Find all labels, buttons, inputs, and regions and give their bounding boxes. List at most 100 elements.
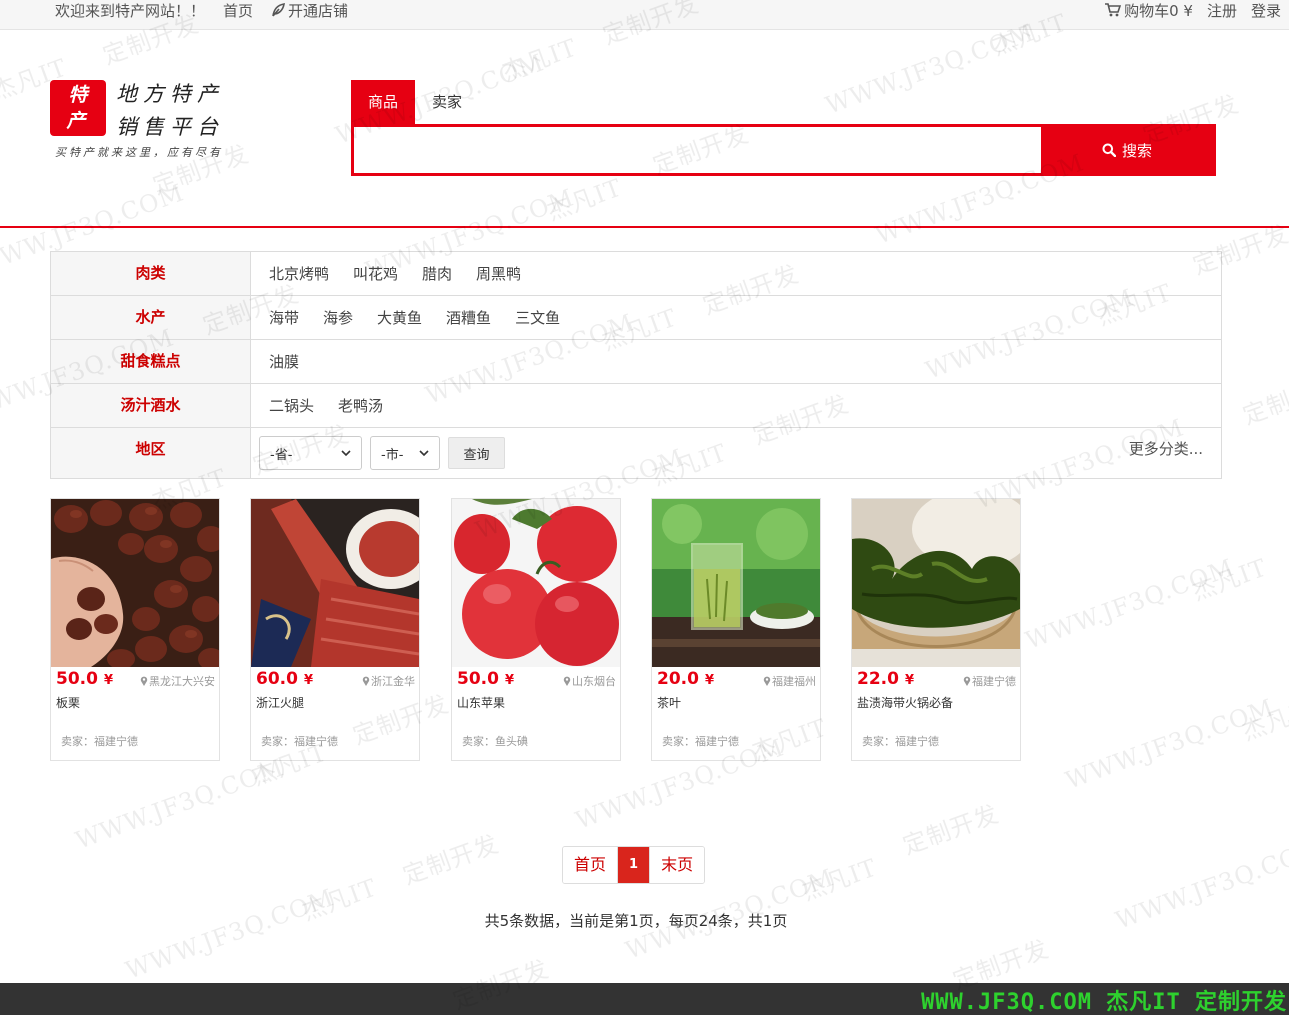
category-name[interactable]: 肉类 — [51, 252, 251, 295]
product-image[interactable] — [51, 499, 219, 667]
product-card-kelp[interactable]: 22.0 ¥ 福建宁德 盐渍海带火锅必备 卖家：福建宁德 — [851, 498, 1021, 761]
product-price: 50.0 ¥ — [457, 669, 514, 689]
product-image[interactable] — [852, 499, 1020, 667]
product-price: 50.0 ¥ — [56, 669, 113, 689]
cart-link[interactable]: 购物车0 ¥ — [1105, 0, 1193, 21]
category-item[interactable]: 二锅头 — [269, 395, 314, 416]
category-item[interactable]: 海带 — [269, 307, 299, 328]
product-location: 黑龙江大兴安 — [140, 673, 215, 689]
map-marker-icon — [140, 676, 148, 686]
footer: WWW.JF3Q.COM 杰凡IT 定制开发 — [0, 983, 1289, 1015]
product-seller: 卖家：福建宁德 — [662, 735, 739, 748]
register-link[interactable]: 注册 — [1207, 0, 1237, 21]
watermark-text: 定制开发 — [399, 829, 503, 891]
category-row-drinks: 汤汁酒水 二锅头 老鸭汤 — [51, 384, 1221, 428]
chevron-down-icon — [341, 449, 351, 456]
category-item[interactable]: 腊肉 — [422, 263, 452, 284]
pagination: 首页 1 末页 — [562, 846, 706, 884]
search-form: 搜索 — [351, 124, 1216, 176]
watermark-text: WWW.JF3Q.COM — [71, 753, 288, 855]
logo-char-1: 特 — [68, 84, 88, 106]
last-page-button[interactable]: 末页 — [650, 847, 705, 883]
product-seller: 卖家：福建宁德 — [862, 735, 939, 748]
category-item[interactable]: 油膜 — [269, 351, 299, 372]
query-button[interactable]: 查询 — [448, 437, 505, 469]
search-button[interactable]: 搜索 — [1041, 127, 1213, 173]
category-item[interactable]: 叫花鸡 — [353, 263, 398, 284]
product-name[interactable]: 盐渍海带火锅必备 — [857, 694, 953, 711]
home-link[interactable]: 首页 — [223, 0, 253, 21]
product-image[interactable] — [652, 499, 820, 667]
watermark-text: WWW.JF3Q.COM — [121, 883, 338, 985]
product-seller: 卖家：鱼头碘 — [462, 735, 528, 748]
map-marker-icon — [362, 676, 370, 686]
product-card-tea[interactable]: 20.0 ¥ 福建福州 茶叶 卖家：福建宁德 — [651, 498, 821, 761]
product-location: 福建宁德 — [963, 673, 1016, 689]
category-item[interactable]: 周黑鸭 — [476, 263, 521, 284]
product-location: 福建福州 — [763, 673, 816, 689]
category-item[interactable]: 三文鱼 — [515, 307, 560, 328]
category-row-seafood: 水产 海带 海参 大黄鱼 酒糟鱼 三文鱼 — [51, 296, 1221, 340]
search-button-label: 搜索 — [1121, 142, 1152, 160]
category-item[interactable]: 北京烤鸭 — [269, 263, 329, 284]
product-image[interactable] — [452, 499, 620, 667]
product-name[interactable]: 茶叶 — [657, 694, 681, 711]
cart-icon — [1105, 3, 1122, 17]
first-page-button[interactable]: 首页 — [563, 847, 619, 883]
map-marker-icon — [763, 676, 771, 686]
tab-sellers[interactable]: 卖家 — [415, 80, 479, 126]
province-select-value: -省- — [270, 447, 293, 463]
watermark-text: WWW.JF3Q.COM — [1061, 693, 1278, 795]
city-select[interactable]: -市- — [370, 436, 440, 470]
category-table: 肉类 北京烤鸭 叫花鸡 腊肉 周黑鸭 水产 海带 海参 大黄鱼 酒糟鱼 三文鱼 … — [50, 251, 1222, 479]
product-name[interactable]: 山东苹果 — [457, 694, 505, 711]
product-card-ham[interactable]: 60.0 ¥ 浙江金华 浙江火腿 卖家：福建宁德 — [250, 498, 420, 761]
logo-title-line-1: 地方特产 — [116, 82, 224, 106]
product-seller: 卖家：福建宁德 — [61, 735, 138, 748]
map-marker-icon — [563, 676, 571, 686]
tab-goods[interactable]: 商品 — [351, 80, 415, 126]
login-link[interactable]: 登录 — [1251, 0, 1281, 21]
category-name[interactable]: 水产 — [51, 296, 251, 339]
city-select-value: -市- — [381, 447, 404, 463]
category-row-desserts: 甜食糕点 油膜 — [51, 340, 1221, 384]
search-tabs: 商品 卖家 — [351, 80, 479, 126]
category-item[interactable]: 酒糟鱼 — [446, 307, 491, 328]
product-location: 浙江金华 — [362, 673, 415, 689]
product-price: 22.0 ¥ — [857, 669, 914, 689]
category-row-meat: 肉类 北京烤鸭 叫花鸡 腊肉 周黑鸭 — [51, 252, 1221, 296]
province-select[interactable]: -省- — [259, 436, 362, 470]
watermark-text: 杰凡IT — [498, 33, 581, 87]
chevron-down-icon — [419, 449, 429, 456]
open-shop-label: 开通店铺 — [288, 1, 349, 20]
product-location: 山东烟台 — [563, 673, 616, 689]
watermark-text: 定制开发 — [899, 799, 1003, 861]
region-label: 地区 — [51, 428, 251, 478]
product-card-chestnut[interactable]: 50.0 ¥ 黑龙江大兴安 板栗 卖家：福建宁德 — [50, 498, 220, 761]
category-item[interactable]: 大黄鱼 — [377, 307, 422, 328]
more-categories-link[interactable]: 更多分类... — [1129, 438, 1203, 459]
pagination-info: 共5条数据，当前是第1页，每页24条，共1页 — [484, 912, 788, 930]
product-card-apple[interactable]: 50.0 ¥ 山东烟台 山东苹果 卖家：鱼头碘 — [451, 498, 621, 761]
logo-title: 地方特产 销售平台 — [116, 78, 224, 144]
category-name[interactable]: 汤汁酒水 — [51, 384, 251, 427]
watermark-text: 杰凡IT — [798, 853, 881, 907]
watermark-text: WWW.JF3Q.COM — [1021, 553, 1238, 655]
cart-label: 购物车0 ¥ — [1124, 1, 1193, 20]
current-page-button[interactable]: 1 — [618, 847, 651, 883]
category-item[interactable]: 海参 — [323, 307, 353, 328]
category-item[interactable]: 老鸭汤 — [338, 395, 383, 416]
watermark-text: WWW.JF3Q.COM — [821, 18, 1038, 120]
search-icon — [1102, 143, 1116, 157]
product-image[interactable] — [251, 499, 419, 667]
search-input[interactable] — [354, 127, 1041, 173]
product-seller: 卖家：福建宁德 — [261, 735, 338, 748]
product-name[interactable]: 板栗 — [56, 694, 80, 711]
logo-mark[interactable]: 特 产 — [50, 80, 106, 136]
product-price: 20.0 ¥ — [657, 669, 714, 689]
open-shop-link[interactable]: 开通店铺 — [271, 0, 348, 21]
category-name[interactable]: 甜食糕点 — [51, 340, 251, 383]
product-name[interactable]: 浙江火腿 — [256, 694, 304, 711]
footer-text: WWW.JF3Q.COM 杰凡IT 定制开发 — [921, 990, 1287, 1015]
watermark-text: 定制开发 — [1239, 369, 1289, 431]
